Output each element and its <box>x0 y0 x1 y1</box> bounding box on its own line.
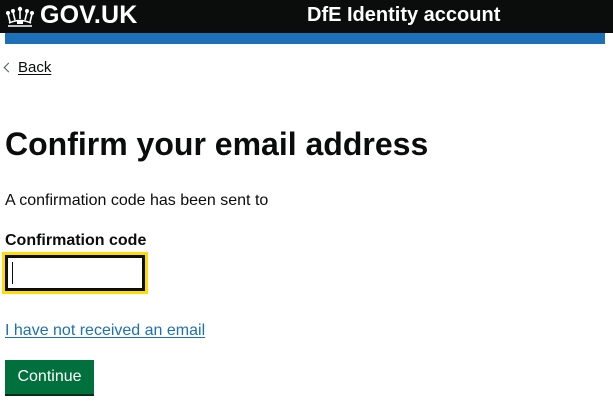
service-name-link[interactable]: DfE Identity account <box>307 3 500 27</box>
confirmation-code-label: Confirmation code <box>5 232 147 249</box>
chevron-left-icon <box>3 62 14 73</box>
site-header: GOV.UK DfE Identity account <box>0 0 613 33</box>
confirmation-sent-text: A confirmation code has been sent to <box>5 192 269 209</box>
continue-button[interactable]: Continue <box>5 360 94 394</box>
resend-email-link[interactable]: I have not received an email <box>5 321 205 341</box>
confirmation-code-input[interactable] <box>2 252 148 294</box>
text-caret <box>12 262 13 284</box>
header-blue-bar <box>5 33 605 44</box>
govuk-home-link[interactable]: GOV.UK <box>40 1 138 29</box>
back-link-label: Back <box>18 59 52 76</box>
crown-icon <box>6 6 34 27</box>
back-link[interactable]: Back <box>3 58 52 78</box>
page-title: Confirm your email address <box>5 126 429 162</box>
